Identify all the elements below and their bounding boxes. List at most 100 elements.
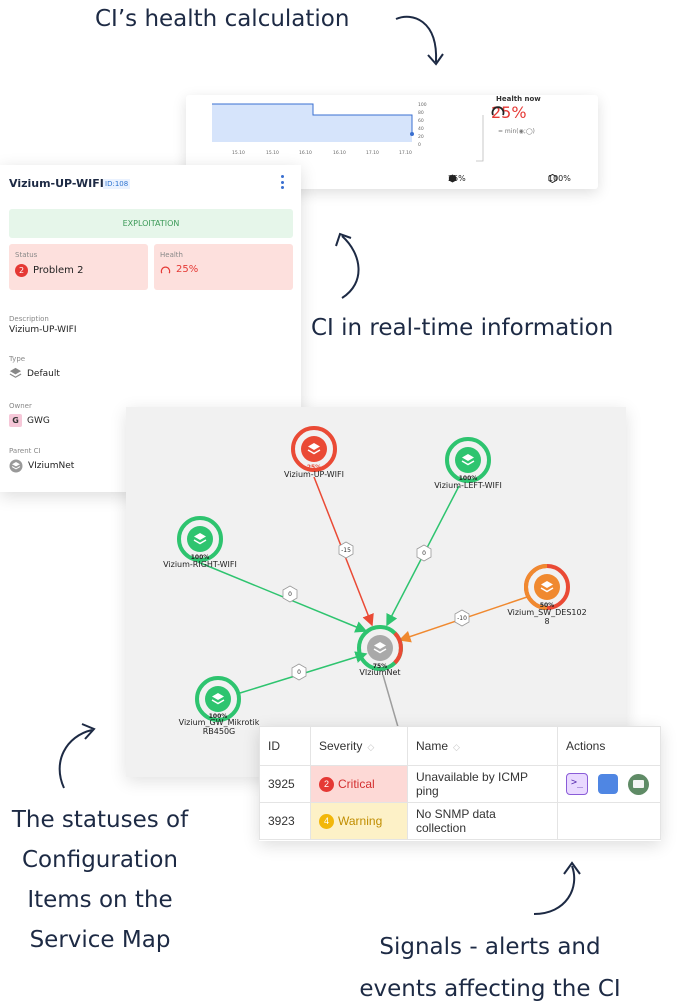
status-value: Problem 2 bbox=[33, 265, 84, 276]
caption-statuses-line-3: Items on the bbox=[27, 887, 173, 913]
x-tick: 17.10 bbox=[366, 150, 379, 156]
edge-weight-label: 0 bbox=[288, 591, 292, 598]
description-label: Description bbox=[9, 315, 49, 323]
signals-table-card: ID Severity ◇ Name ◇ Actions 3925 2 Critic… bbox=[259, 726, 661, 841]
y-tick: 60 bbox=[418, 118, 424, 124]
owner-label: Owner bbox=[9, 402, 32, 410]
severity-text: Critical bbox=[338, 777, 375, 791]
health-value: 25% bbox=[176, 264, 199, 275]
type-label: Type bbox=[9, 355, 26, 363]
column-header-id[interactable]: ID bbox=[259, 726, 311, 766]
node-label: VIziumNet bbox=[359, 668, 401, 677]
description-value: Vizium-UP-WIFI bbox=[9, 325, 77, 335]
owner-value: G GWG bbox=[9, 414, 50, 427]
caption-signals-line-2: events affecting the CI bbox=[359, 976, 621, 1002]
edge-right-to-net bbox=[197, 561, 368, 633]
health-box[interactable]: Health 25% bbox=[154, 244, 293, 290]
severity-cell: 4 Warning bbox=[310, 802, 408, 840]
arrow-to-ci-card bbox=[335, 232, 360, 299]
ci-id-badge[interactable]: ID:108 bbox=[103, 179, 131, 189]
status-label: Status bbox=[15, 251, 38, 259]
owner-avatar: G bbox=[9, 414, 22, 427]
formula-connector bbox=[476, 115, 484, 162]
column-header-severity[interactable]: Severity ◇ bbox=[310, 726, 408, 766]
arrow-to-service-map bbox=[58, 723, 96, 789]
status-box[interactable]: Status 2 Problem 2 bbox=[9, 244, 148, 290]
y-tick: 40 bbox=[418, 126, 424, 132]
severity-cell: 2 Critical bbox=[310, 765, 408, 803]
type-value: Default bbox=[9, 367, 60, 380]
signal-name: No SNMP data collection bbox=[407, 802, 558, 840]
health-stat-left: 25% bbox=[448, 174, 466, 183]
y-tick: 0 bbox=[418, 142, 421, 148]
layers-icon bbox=[9, 367, 22, 378]
description-text: Vizium-UP-WIFI bbox=[9, 325, 77, 335]
signal-id-link[interactable]: 3925 bbox=[259, 765, 311, 803]
table-header-row: ID Severity ◇ Name ◇ Actions bbox=[259, 726, 661, 766]
caption-signals: Signals - alerts and events affecting th… bbox=[330, 926, 650, 1006]
x-tick: 16.10 bbox=[299, 150, 312, 156]
health-now: 25% bbox=[491, 103, 527, 122]
y-tick: 80 bbox=[418, 110, 424, 116]
owner-text: GWG bbox=[27, 415, 50, 426]
node-label: Vizium-UP-WIFI bbox=[284, 470, 344, 479]
sort-icon[interactable]: ◇ bbox=[453, 742, 460, 752]
signal-id-link[interactable]: 3923 bbox=[259, 802, 311, 840]
hexagon-outline-icon bbox=[548, 174, 557, 183]
column-header-name[interactable]: Name ◇ bbox=[407, 726, 558, 766]
caption-health-calculation: CI’s health calculation bbox=[95, 6, 350, 32]
table-row[interactable]: 3923 4 Warning No SNMP data collection bbox=[259, 802, 661, 840]
severity-level: 4 bbox=[319, 813, 334, 829]
column-header-id-text: ID bbox=[268, 739, 280, 753]
edge-weight-label: -10 bbox=[457, 615, 467, 622]
health-value-row: 25% bbox=[160, 264, 198, 275]
console-icon[interactable]: >_ bbox=[566, 773, 588, 795]
x-tick: 17.10 bbox=[399, 150, 412, 156]
type-text: Default bbox=[27, 368, 60, 379]
node-label: Vizium_GW_MikrotikRB450G bbox=[178, 718, 260, 736]
health-formula: = min(◉;◯) bbox=[498, 128, 535, 135]
y-tick: 20 bbox=[418, 134, 424, 140]
health-area-mid bbox=[313, 115, 412, 142]
service-map: -15 0 0 -10 0 25% Vizium-UP-WIFI 100% Vi… bbox=[126, 407, 626, 777]
ci-name: Vizium-UP-WIFI bbox=[9, 177, 104, 190]
edge-weight-label: 0 bbox=[297, 669, 301, 676]
status-value-row: 2 Problem 2 bbox=[15, 264, 83, 277]
parent-ci-text: VIziumNet bbox=[28, 461, 75, 471]
parent-ci-value[interactable]: VIziumNet bbox=[9, 459, 74, 473]
health-label: Health bbox=[160, 251, 183, 259]
health-spinner-icon bbox=[160, 266, 171, 274]
edge-net-down bbox=[382, 674, 399, 728]
caption-realtime-info: CI in real-time information bbox=[311, 315, 614, 341]
node-label: Vizium-LEFT-WIFI bbox=[434, 481, 502, 490]
hexagon-filled-icon bbox=[448, 174, 457, 183]
arrow-to-health-card bbox=[395, 15, 444, 66]
node-label: Vizium_SW_DES1028 bbox=[507, 608, 587, 626]
caption-statuses-line-4: Service Map bbox=[29, 927, 171, 953]
node-label: Vizium-RIGHT-WIFI bbox=[163, 560, 237, 569]
actions-cell: >_ bbox=[557, 765, 661, 803]
caption-statuses: The statuses of Configuration Items on t… bbox=[0, 800, 200, 960]
edge-weight-label: 0 bbox=[422, 550, 426, 557]
health-stat-right: 100% bbox=[548, 174, 571, 183]
health-gauge-icon bbox=[491, 106, 505, 116]
severity-badge: 4 Warning bbox=[319, 813, 399, 829]
table-row[interactable]: 3925 2 Critical Unavailable by ICMP ping… bbox=[259, 765, 661, 803]
column-header-actions-text: Actions bbox=[566, 739, 606, 753]
ci-state-banner: EXPLOITATION bbox=[9, 209, 293, 238]
action-icon[interactable] bbox=[598, 774, 618, 794]
severity-text: Warning bbox=[338, 814, 383, 828]
x-tick: 15.10 bbox=[232, 150, 245, 156]
sort-icon[interactable]: ◇ bbox=[367, 742, 374, 752]
more-menu-icon[interactable] bbox=[279, 175, 285, 189]
x-tick: 15.10 bbox=[266, 150, 279, 156]
y-tick: 100 bbox=[418, 102, 427, 108]
caption-statuses-line-2: Configuration bbox=[22, 847, 178, 873]
mail-icon[interactable] bbox=[628, 773, 649, 795]
caption-statuses-line-1: The statuses of bbox=[11, 807, 189, 833]
x-tick: 16.10 bbox=[333, 150, 346, 156]
parent-ci-label: Parent CI bbox=[9, 447, 41, 455]
health-now-label: Health now bbox=[496, 95, 541, 103]
status-count-badge: 2 bbox=[15, 264, 28, 277]
arrow-to-signals bbox=[533, 861, 581, 915]
